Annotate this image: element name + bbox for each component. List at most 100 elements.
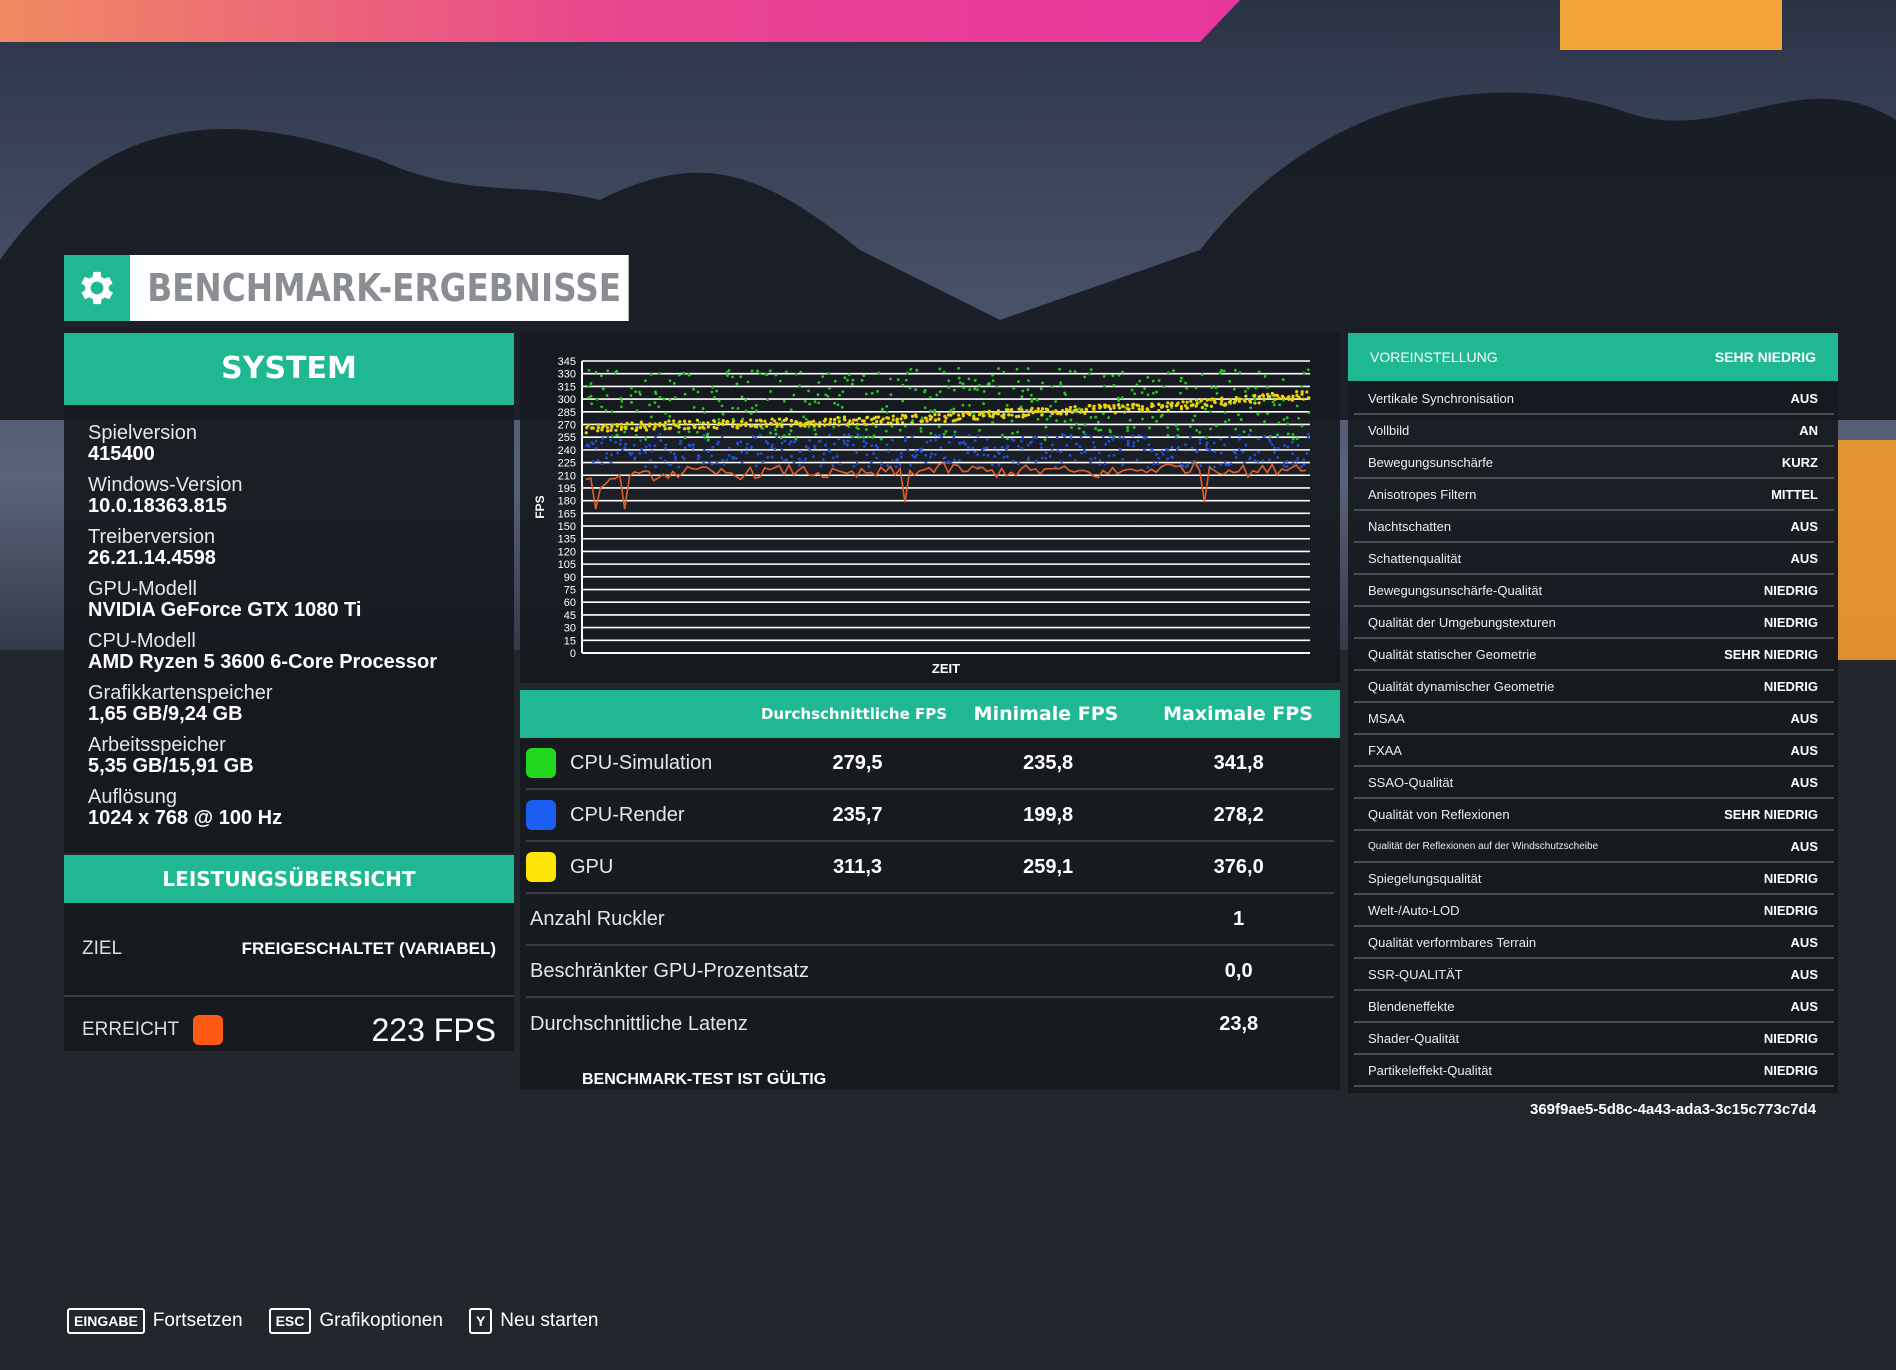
- cpu-render-point: [658, 432, 662, 436]
- x-axis-label: ZEIT: [932, 661, 960, 676]
- cpu-simulation-point: [1109, 430, 1112, 434]
- cpu-render-point: [1055, 436, 1059, 439]
- gpu-point: [683, 422, 688, 426]
- setting-row: Partikeleffekt-Qualität NIEDRIG: [1354, 1055, 1834, 1087]
- cpu-render-point: [835, 455, 839, 458]
- cpu-render-point: [1040, 446, 1043, 449]
- gpu-point: [1040, 407, 1045, 411]
- gpu-point: [1209, 404, 1214, 408]
- cpu-simulation-point: [1133, 392, 1137, 396]
- cpu-simulation-point: [864, 392, 868, 396]
- footer-controls: EINGABE Fortsetzen ESC Grafikoptionen Y …: [67, 1308, 599, 1334]
- target-row: ZIEL FREIGESCHALTET (VARIABEL): [64, 903, 514, 997]
- cpu-render-point: [624, 442, 627, 446]
- cpu-render-point: [947, 440, 951, 444]
- cpu-render-point: [1145, 436, 1148, 440]
- setting-label: Anisotropes Filtern: [1368, 486, 1477, 502]
- cpu-simulation-point: [874, 425, 878, 428]
- cpu-render-point: [898, 463, 902, 467]
- cpu-render-point: [1205, 441, 1209, 445]
- cpu-render-point: [909, 463, 912, 467]
- gpu-point: [982, 410, 986, 414]
- cpu-render-point: [1198, 437, 1202, 441]
- cpu-simulation-point: [1162, 385, 1166, 388]
- cpu-simulation-point: [1204, 407, 1207, 411]
- cpu-render-point: [1006, 444, 1010, 448]
- cpu-simulation-point: [1263, 375, 1267, 378]
- continue-button[interactable]: EINGABE Fortsetzen: [67, 1308, 243, 1334]
- gpu-point: [1219, 402, 1223, 406]
- cpu-simulation-point: [1191, 418, 1195, 422]
- cpu-render-point: [590, 441, 594, 445]
- gpu-point: [647, 424, 652, 428]
- system-label: CPU-Modell: [88, 630, 196, 652]
- setting-label: Spiegelungsqualität: [1368, 870, 1482, 886]
- cpu-simulation-point: [610, 410, 614, 414]
- cpu-render-point: [630, 452, 634, 455]
- gpu-point: [1205, 403, 1209, 408]
- esc-key-hint: ESC: [268, 1308, 312, 1334]
- cpu-simulation-point: [589, 394, 593, 398]
- gpu-point: [1257, 401, 1261, 405]
- y-tick-label: 105: [558, 559, 576, 571]
- gpu-point: [1131, 406, 1135, 410]
- y-tick-label: 240: [558, 445, 576, 457]
- gpu-point: [1277, 396, 1281, 400]
- cpu-simulation-point: [649, 373, 653, 376]
- graphics-options-button[interactable]: ESC Grafikoptionen: [268, 1308, 443, 1334]
- cpu-simulation-point: [717, 418, 721, 421]
- target-value: FREIGESCHALTET (VARIABEL): [241, 939, 496, 958]
- cpu-render-point: [1171, 456, 1174, 459]
- cpu-simulation-point: [1233, 368, 1237, 372]
- cpu-simulation-point: [908, 386, 912, 390]
- cpu-simulation-point: [658, 372, 661, 376]
- gpu-point: [721, 421, 725, 426]
- cpu-simulation-point: [1286, 432, 1290, 436]
- cpu-simulation-point: [889, 377, 892, 381]
- setting-value: NIEDRIG: [1763, 1030, 1818, 1046]
- cpu-simulation-point: [668, 398, 672, 402]
- cpu-render-point: [813, 446, 817, 450]
- cpu-render-point: [1244, 443, 1248, 447]
- cpu-simulation-point: [832, 425, 836, 429]
- y-tick-label: 165: [558, 508, 576, 520]
- cpu-render-point: [1290, 441, 1294, 444]
- gpu-point: [793, 421, 798, 425]
- gpu-point: [937, 417, 941, 421]
- cpu-simulation-point: [855, 426, 859, 429]
- gpu-point: [775, 421, 779, 426]
- cpu-simulation-point: [1111, 374, 1115, 378]
- cpu-render-point: [1306, 432, 1310, 436]
- cpu-render-point: [952, 434, 956, 437]
- gpu-point: [978, 410, 982, 415]
- gpu-point: [891, 418, 895, 422]
- cpu-render-point: [1101, 435, 1105, 439]
- cpu-render-point: [691, 447, 695, 450]
- cpu-simulation-point: [928, 396, 932, 399]
- cpu-render-point: [592, 460, 595, 463]
- cpu-render-point: [673, 458, 677, 461]
- cpu-render-point: [1190, 460, 1194, 464]
- gpu-point: [875, 419, 879, 424]
- restart-button[interactable]: Y Neu starten: [468, 1308, 599, 1334]
- cpu-simulation-point: [1121, 396, 1124, 400]
- cpu-simulation-point: [957, 376, 961, 380]
- cpu-render-point: [633, 456, 637, 460]
- gpu-point: [1157, 408, 1161, 413]
- gpu-point: [773, 419, 777, 423]
- gpu-point: [731, 421, 735, 425]
- cpu-render-point: [1126, 444, 1130, 447]
- latency-row: Durchschnittliche Latenz 23,8: [526, 998, 1334, 1050]
- cpu-simulation-point: [774, 373, 778, 377]
- cpu-simulation-point: [1026, 388, 1030, 392]
- cpu-simulation-point: [885, 410, 889, 414]
- cpu-render-point: [664, 443, 668, 447]
- gpu-point: [827, 422, 831, 427]
- cpu-simulation-point: [1159, 415, 1163, 418]
- cpu-render-point: [605, 451, 609, 455]
- extra-value: 1: [1233, 907, 1245, 930]
- cpu-render-point: [606, 435, 610, 439]
- gpu-point: [901, 421, 905, 425]
- cpu-render-point: [846, 439, 850, 443]
- cpu-render-point: [1131, 434, 1135, 438]
